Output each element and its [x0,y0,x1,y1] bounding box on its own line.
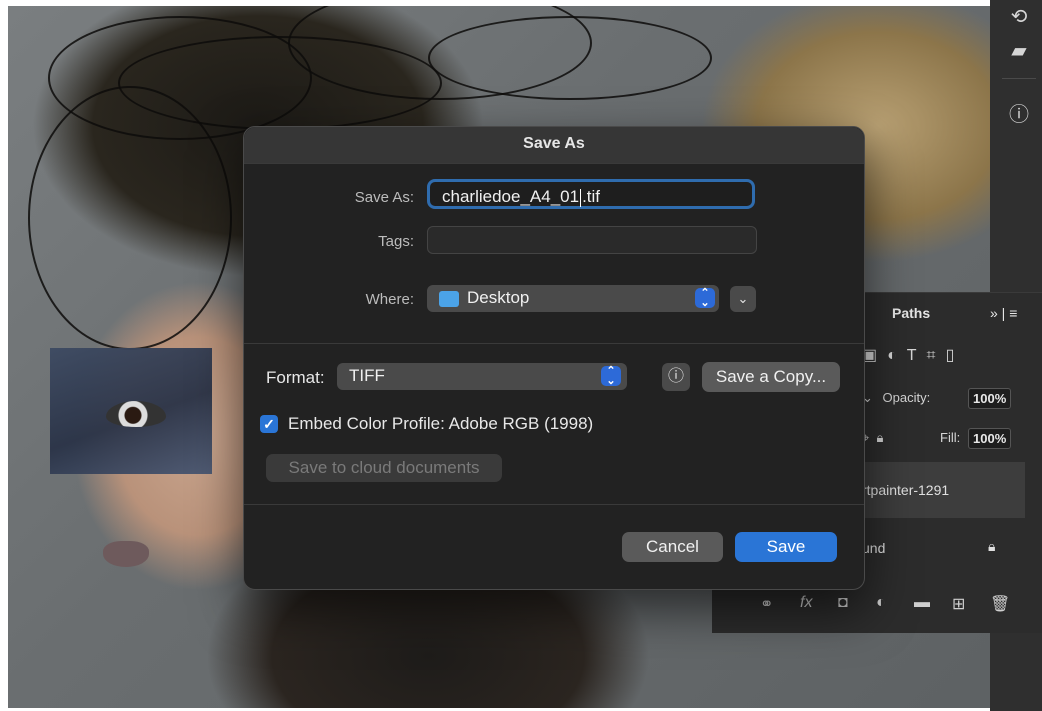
embed-profile-checkbox[interactable]: ✓ [260,415,278,433]
fill-field[interactable]: 100% [968,428,1012,449]
mask-icon[interactable]: ◘ [838,594,848,612]
layer-filter-icons[interactable]: ▣◐T⌗▯ [862,345,964,365]
panel-menu-icon[interactable]: » | ≡ [990,305,1017,321]
layer-row-active[interactable]: rtpainter-1291 [860,462,1025,518]
cancel-button[interactable]: Cancel [622,532,723,562]
tags-label: Tags: [378,233,414,250]
comment-icon[interactable]: ▰ [1006,38,1032,63]
where-value: Desktop [467,288,530,307]
opacity-row: ⌄ Opacity: [862,390,930,406]
format-label: Format: [266,368,325,387]
filename-text: charliedoe_A4_01 [442,187,580,206]
format-info-button[interactable]: ⓘ [662,363,690,391]
save-copy-button[interactable]: Save a Copy... [702,362,840,392]
dialog-separator [244,343,864,344]
opacity-field[interactable]: 100% [968,388,1012,409]
format-value: TIFF [349,366,385,385]
info-icon[interactable]: ⓘ [1006,98,1032,127]
new-layer-icon[interactable]: ⊞ [952,594,965,614]
text-caret [580,188,582,207]
adjustment-icon[interactable]: ◐ [876,594,886,612]
lock-icon: 🔒︎ [988,538,996,554]
layer-row-background[interactable]: und 🔒︎ [860,520,1025,576]
lock-icons[interactable]: ⌖ 🔒︎ [862,430,883,446]
fx-icon[interactable]: fx [800,594,812,612]
trash-icon[interactable]: 🗑︎ [990,594,1010,614]
layer-name: und [862,540,886,556]
filename-extension: .tif [582,187,601,206]
chevron-updown-icon: ⌃ ⌄ [601,366,621,387]
embed-profile-label: Embed Color Profile: Adobe RGB (1998) [288,414,594,433]
chevron-updown-icon: ⌃ ⌄ [695,288,715,309]
tags-input[interactable] [427,226,757,254]
history-icon[interactable]: ⟲ [1006,4,1032,29]
fill-label: Fill: [940,430,961,445]
strip-divider [1002,78,1036,79]
dialog-title: Save As [523,135,585,152]
eye [106,401,166,427]
where-label: Where: [365,291,414,308]
save-button[interactable]: Save [735,532,837,562]
format-popup[interactable]: TIFF ⌃ ⌄ [337,363,627,390]
save-to-cloud-button[interactable]: Save to cloud documents [266,454,502,482]
opacity-label: Opacity: [882,390,931,405]
dialog-separator [244,504,864,505]
expand-button[interactable]: ⌄ [730,286,756,312]
layer-name: rtpainter-1291 [862,482,950,498]
folder-icon[interactable]: ▬ [914,594,930,612]
link-icon[interactable]: ⚭ [760,594,773,614]
save-as-dialog: Save As Save As: charliedoe_A4_01 .tif Ta… [243,126,865,590]
save-as-label: Save As: [354,189,414,206]
lips [103,541,149,567]
where-popup[interactable]: Desktop ⌃ ⌄ [427,285,719,312]
filename-input[interactable]: charliedoe_A4_01 .tif [427,179,755,209]
folder-icon [439,291,459,307]
tab-paths[interactable]: Paths [892,305,930,321]
